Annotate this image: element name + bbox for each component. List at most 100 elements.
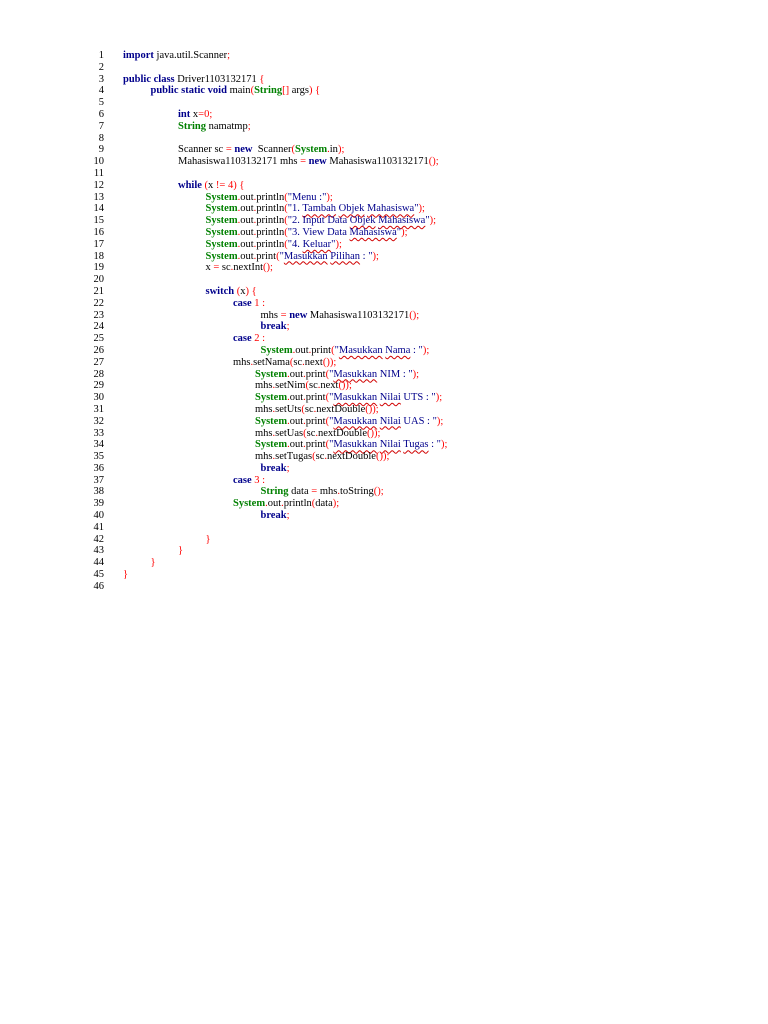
code-token: println xyxy=(283,498,312,510)
line-number: 23 xyxy=(93,309,105,321)
code-token: break xyxy=(260,510,287,522)
code-text: System.out.print("Masukkan Nilai UTS : "… xyxy=(255,392,442,404)
code-token: new xyxy=(289,309,308,321)
code-token: nextDouble xyxy=(318,427,368,439)
line-number: 31 xyxy=(93,403,105,415)
code-token: setUas xyxy=(275,427,304,439)
code-line: 22 case 1 : xyxy=(0,298,768,310)
code-token: ; xyxy=(416,368,420,380)
code-token: public class xyxy=(123,73,175,85)
code-line: 21 switch (x) { xyxy=(0,286,768,298)
code-token: switch xyxy=(205,285,235,297)
line-number: 13 xyxy=(93,191,105,203)
line-number: 37 xyxy=(93,474,105,486)
line-number: 18 xyxy=(93,250,105,262)
line-number: 12 xyxy=(93,179,105,191)
code-line: 7 String namatmp; xyxy=(0,121,768,133)
code-token: UTS : " xyxy=(400,392,436,404)
code-text: String namatmp; xyxy=(178,121,251,133)
code-token: Mahasiswa xyxy=(349,226,397,238)
code-token: != xyxy=(215,179,226,191)
code-token: new xyxy=(308,156,327,168)
code-token: print xyxy=(305,392,326,404)
code-token: Tugas xyxy=(403,439,429,451)
code-token: args xyxy=(289,85,310,97)
line-number: 46 xyxy=(93,580,105,592)
line-number: 22 xyxy=(93,297,105,309)
code-token: out xyxy=(240,203,254,215)
code-token: break xyxy=(260,462,287,474)
line-number: 10 xyxy=(93,156,105,168)
code-line: 18 System.out.print("Masukkan Pilihan : "… xyxy=(0,251,768,263)
code-text: System.out.print("Masukkan Pilihan : "); xyxy=(206,251,379,263)
code-token: x xyxy=(190,108,199,120)
code-token: println xyxy=(256,238,285,250)
code-line: 23 mhs = new Mahasiswa1103132171(); xyxy=(0,310,768,322)
code-text: System.out.print("Masukkan NIM : "); xyxy=(255,369,419,381)
code-text: System.out.print("Masukkan Nilai UAS : "… xyxy=(255,416,443,428)
code-token: println xyxy=(256,203,285,215)
code-line: 13 System.out.println("Menu :"); xyxy=(0,192,768,204)
code-token: ; xyxy=(348,380,352,392)
code-token: sc xyxy=(308,380,318,392)
code-token: Objek xyxy=(349,215,376,227)
line-number: 25 xyxy=(93,333,105,345)
code-token: System xyxy=(205,191,238,203)
line-number: 36 xyxy=(93,462,105,474)
code-token: System xyxy=(295,144,328,156)
code-text: System.out.println("2. Input Data Objek … xyxy=(206,215,437,227)
code-line: 3 public class Driver1103132171 { xyxy=(0,74,768,86)
code-text: case 2 : xyxy=(233,333,265,345)
line-number: 8 xyxy=(98,132,104,144)
code-token: ; xyxy=(341,144,345,156)
code-text: public class Driver1103132171 { xyxy=(123,74,264,86)
code-token: print xyxy=(256,250,277,262)
code-token: "Menu :" xyxy=(287,191,327,203)
code-token: System xyxy=(205,215,238,227)
code-token: String xyxy=(254,85,283,97)
code-text: mhs.setTugas(sc.nextDouble()); xyxy=(255,451,389,463)
code-token: main xyxy=(226,85,251,97)
code-token: out xyxy=(240,191,254,203)
code-token: { xyxy=(239,179,245,191)
code-token: ; xyxy=(286,321,290,333)
code-token: ; xyxy=(435,156,439,168)
code-token: ; xyxy=(377,427,381,439)
code-token: setNim xyxy=(275,380,306,392)
code-token: NIM : " xyxy=(377,368,413,380)
line-number: 5 xyxy=(98,97,104,109)
code-token: Nilai xyxy=(379,392,401,404)
code-line: 42} xyxy=(0,534,768,546)
code-line: 32 System.out.print("Masukkan Nilai UAS :… xyxy=(0,416,768,428)
line-number: 44 xyxy=(93,557,105,569)
code-text: mhs.setUas(sc.nextDouble()); xyxy=(255,428,380,440)
line-number: 28 xyxy=(93,368,105,380)
code-token: next xyxy=(320,380,339,392)
code-text: System.out.println("1. Tambah Objek Maha… xyxy=(206,203,425,215)
code-line: 15 System.out.println("2. Input Data Obje… xyxy=(0,215,768,227)
code-token: out xyxy=(289,392,304,404)
code-token: ()) xyxy=(375,451,387,463)
code-token: mhs xyxy=(255,380,273,392)
code-token: out xyxy=(240,238,254,250)
code-token: case xyxy=(233,474,252,486)
code-line: 20 xyxy=(0,274,768,286)
code-line: 46 xyxy=(0,581,768,593)
code-line: 11 xyxy=(0,168,768,180)
code-token: System xyxy=(205,238,238,250)
code-line: 29 mhs.setNim(sc.next()); xyxy=(0,380,768,392)
line-number: 4 xyxy=(98,85,104,97)
code-token: System xyxy=(233,498,266,510)
code-text: import java.util.Scanner; xyxy=(123,50,230,62)
code-token: : " xyxy=(428,439,441,451)
code-token: Mahasiswa1103132171 xyxy=(307,309,410,321)
line-number: 27 xyxy=(93,356,105,368)
code-line: 4 public static void main(String[] args) … xyxy=(0,85,768,97)
code-line: 28 System.out.print("Masukkan NIM : "); xyxy=(0,369,768,381)
code-token: ()) xyxy=(322,356,334,368)
code-token: sc xyxy=(219,262,231,274)
code-token: : xyxy=(262,474,266,486)
code-token: mhs xyxy=(255,451,273,463)
code-token: System xyxy=(205,226,238,238)
code-text: System.out.println(data); xyxy=(233,498,339,510)
